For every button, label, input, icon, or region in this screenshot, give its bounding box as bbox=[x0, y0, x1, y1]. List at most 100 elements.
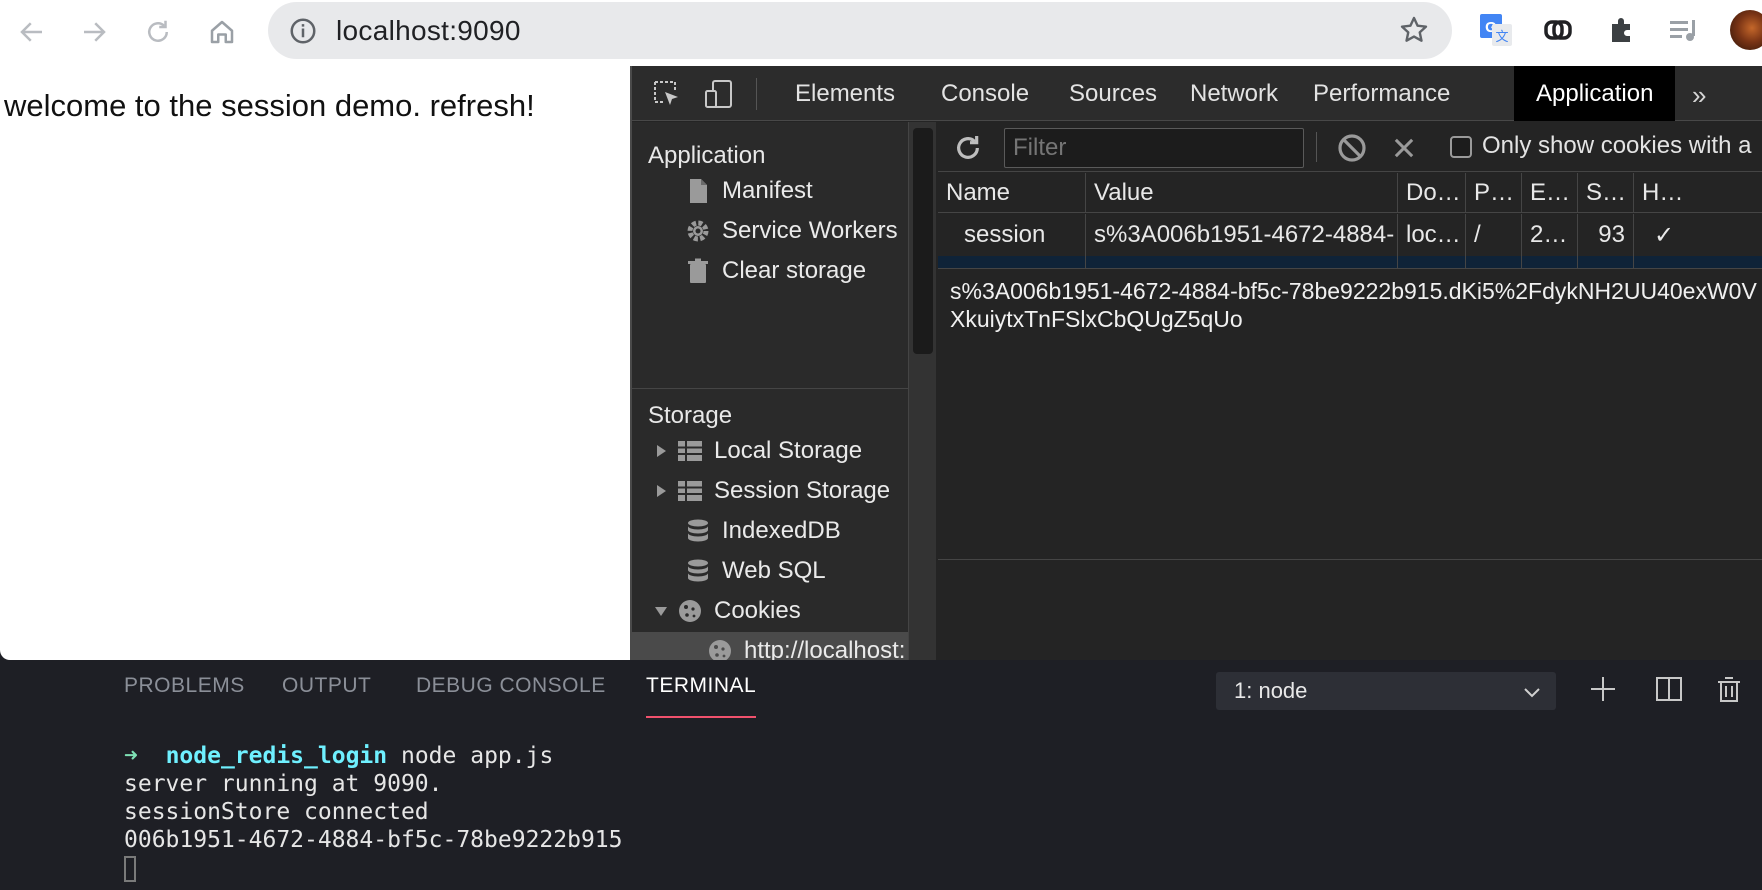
home-button[interactable] bbox=[202, 12, 242, 52]
svg-text:文: 文 bbox=[1495, 29, 1508, 44]
sidebar-item-session-storage[interactable]: Session Storage bbox=[654, 472, 890, 510]
cookie-httponly-check[interactable]: ✓ bbox=[1634, 214, 1694, 256]
home-icon bbox=[210, 20, 234, 44]
cookie-size[interactable]: 93 bbox=[1578, 214, 1634, 256]
section-header-storage: Storage bbox=[648, 402, 733, 429]
chevron-down-icon bbox=[1524, 688, 1540, 698]
terminal-panel: PROBLEMS OUTPUT DEBUG CONSOLE TERMINAL 1… bbox=[0, 660, 1762, 890]
cookies-filter-bar: Only show cookies with a bbox=[938, 122, 1762, 172]
back-button[interactable] bbox=[12, 12, 52, 52]
address-bar[interactable]: localhost:9090 bbox=[268, 2, 1452, 59]
more-tabs-icon[interactable]: » bbox=[1692, 80, 1706, 111]
column-dividers bbox=[938, 256, 1762, 268]
avatar[interactable] bbox=[1730, 10, 1762, 50]
terminal-command: node app.js bbox=[400, 743, 554, 769]
translate-icon[interactable]: G文 bbox=[1478, 12, 1514, 48]
column-header-name[interactable]: Name bbox=[938, 173, 1086, 212]
expand-arrow-icon[interactable] bbox=[654, 444, 668, 458]
media-icon[interactable] bbox=[1666, 12, 1702, 48]
sidebar-item-local-storage[interactable]: Local Storage bbox=[654, 432, 862, 470]
sidebar-item-cookie-origin[interactable]: http://localhost: bbox=[632, 632, 908, 660]
tab-console[interactable]: Console bbox=[919, 66, 1051, 121]
devtools-tabbar: Elements Console Sources Network Perform… bbox=[632, 66, 1762, 121]
tab-problems[interactable]: PROBLEMS bbox=[124, 674, 245, 698]
prompt-arrow: ➜ bbox=[124, 743, 138, 769]
sidebar-item-service-workers[interactable]: Service Workers bbox=[684, 212, 898, 250]
inspect-element-icon[interactable] bbox=[650, 77, 684, 111]
cookie-domain[interactable]: loc… bbox=[1398, 214, 1466, 256]
database-icon bbox=[688, 559, 708, 582]
devtools-panel: Elements Console Sources Network Perform… bbox=[630, 66, 1762, 660]
column-header-expires[interactable]: E… bbox=[1522, 173, 1578, 212]
table-icon bbox=[678, 441, 702, 461]
cookie-value-full[interactable]: s%3A006b1951-4672-4884-bf5c-78be9222b915… bbox=[950, 277, 1760, 333]
extensions-icon[interactable] bbox=[1604, 12, 1640, 48]
tab-terminal[interactable]: TERMINAL bbox=[646, 674, 756, 698]
column-header-httponly[interactable]: H… bbox=[1634, 173, 1694, 212]
tab-network[interactable]: Network bbox=[1168, 66, 1300, 121]
browser-toolbar: localhost:9090 G文 bbox=[0, 0, 1762, 66]
column-header-size[interactable]: S… bbox=[1578, 173, 1634, 212]
cookie-path[interactable]: / bbox=[1466, 214, 1522, 256]
tab-sources[interactable]: Sources bbox=[1047, 66, 1179, 121]
url-text[interactable]: localhost:9090 bbox=[336, 15, 521, 47]
terminal-line: server running at 9090. bbox=[124, 771, 443, 797]
delete-selected-icon[interactable] bbox=[1390, 134, 1418, 162]
trash-icon[interactable] bbox=[1714, 674, 1744, 704]
sidebar-item-label: Web SQL bbox=[722, 557, 826, 584]
sidebar-item-label: Local Storage bbox=[714, 437, 863, 464]
sidebar-divider bbox=[632, 388, 908, 389]
table-row[interactable]: session s%3A006b1951-4672-4884-… loc… / … bbox=[938, 214, 1762, 256]
device-toolbar-icon[interactable] bbox=[702, 77, 736, 111]
sidebar-item-indexeddb[interactable]: IndexedDB bbox=[684, 512, 841, 550]
filter-input[interactable] bbox=[1004, 128, 1304, 168]
collapse-arrow-icon[interactable] bbox=[654, 604, 668, 618]
cookie-value[interactable]: s%3A006b1951-4672-4884-… bbox=[1086, 214, 1398, 256]
info-icon[interactable] bbox=[288, 16, 318, 46]
sidebar-item-cookies[interactable]: Cookies bbox=[654, 592, 801, 630]
new-terminal-icon[interactable] bbox=[1588, 674, 1618, 704]
cookie-name[interactable]: session bbox=[938, 214, 1086, 256]
column-header-value[interactable]: Value bbox=[1086, 173, 1398, 212]
refresh-icon[interactable] bbox=[952, 132, 984, 164]
table-icon bbox=[678, 481, 702, 501]
terminal-line: 006b1951-4672-4884-bf5c-78be9222b915 bbox=[124, 827, 623, 853]
expand-arrow-icon[interactable] bbox=[654, 484, 668, 498]
tab-output[interactable]: OUTPUT bbox=[282, 674, 371, 698]
welcome-text: welcome to the session demo. refresh! bbox=[4, 88, 535, 123]
sidebar-scrollbar[interactable] bbox=[908, 122, 936, 660]
cookies-table-header: Name Value Do… P… E… S… H… bbox=[938, 173, 1762, 213]
terminal-output[interactable]: ➜ node_redis_login node app.js server ru… bbox=[124, 742, 623, 882]
section-header-application: Application bbox=[648, 142, 766, 169]
file-icon bbox=[690, 179, 707, 203]
terminal-line: sessionStore connected bbox=[124, 799, 429, 825]
tab-elements[interactable]: Elements bbox=[773, 66, 917, 121]
split-terminal-icon[interactable] bbox=[1654, 674, 1684, 704]
terminal-select[interactable]: 1: node bbox=[1216, 672, 1556, 710]
tab-performance[interactable]: Performance bbox=[1291, 66, 1472, 121]
clear-all-cookies-icon[interactable] bbox=[1336, 132, 1368, 164]
sidebar-scrollbar-thumb[interactable] bbox=[913, 128, 933, 354]
reload-button[interactable] bbox=[138, 12, 178, 52]
link-icon[interactable] bbox=[1540, 12, 1576, 48]
terminal-cursor bbox=[124, 855, 136, 882]
sidebar-item-label: Service Workers bbox=[722, 217, 898, 244]
cookie-expires[interactable]: 2… bbox=[1522, 214, 1578, 256]
star-icon[interactable] bbox=[1398, 14, 1430, 46]
column-header-path[interactable]: P… bbox=[1466, 173, 1522, 212]
cookie-icon bbox=[679, 600, 701, 622]
sidebar-item-clear-storage[interactable]: Clear storage bbox=[684, 252, 866, 290]
forward-icon bbox=[84, 22, 106, 42]
database-icon bbox=[688, 519, 708, 542]
sidebar-item-label: Session Storage bbox=[714, 477, 891, 504]
page-content: welcome to the session demo. refresh! bbox=[0, 66, 632, 660]
sidebar-item-web-sql[interactable]: Web SQL bbox=[684, 552, 826, 590]
terminal-select-value: 1: node bbox=[1234, 678, 1308, 703]
tab-application[interactable]: Application bbox=[1514, 66, 1676, 121]
sidebar-item-label: http://localhost: bbox=[744, 637, 906, 660]
column-header-domain[interactable]: Do… bbox=[1398, 173, 1466, 212]
only-show-checkbox[interactable] bbox=[1450, 136, 1472, 158]
tab-debug-console[interactable]: DEBUG CONSOLE bbox=[416, 674, 606, 698]
sidebar-item-manifest[interactable]: Manifest bbox=[684, 172, 813, 210]
forward-button[interactable] bbox=[74, 12, 114, 52]
